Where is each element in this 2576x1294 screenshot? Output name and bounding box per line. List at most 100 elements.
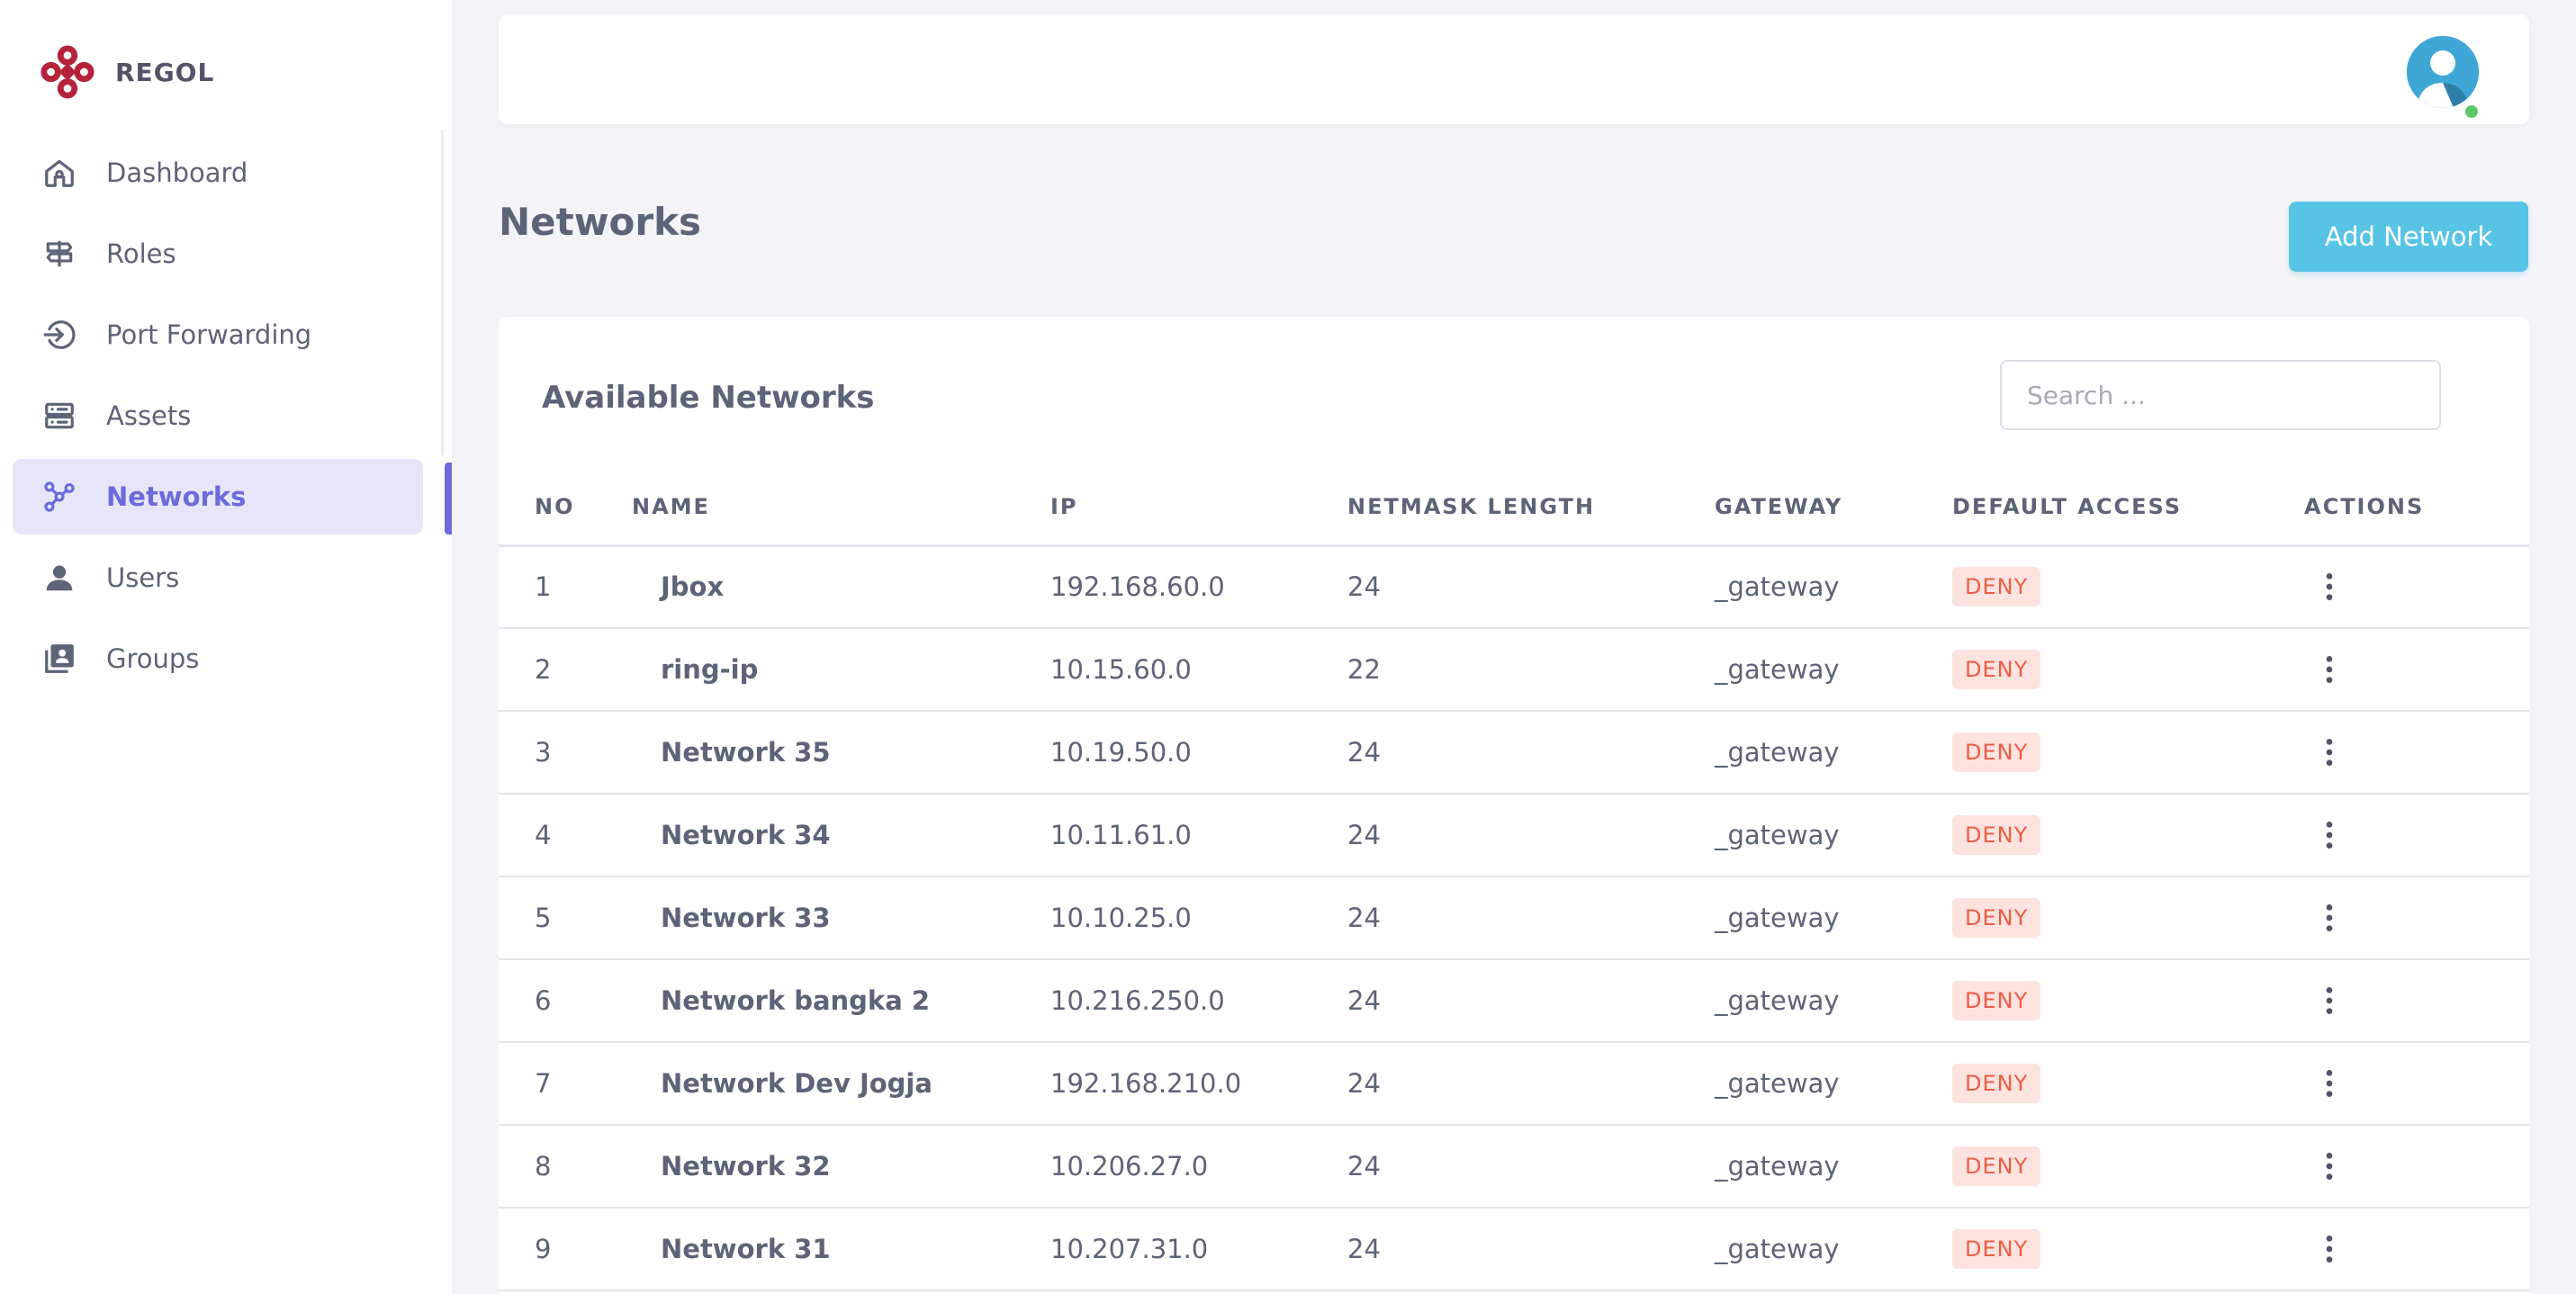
table-row[interactable]: 2 ring-ip 10.15.60.0 22 _gateway DENY	[499, 628, 2529, 712]
cell-no: 2	[499, 628, 632, 712]
cell-ip: 10.206.27.0	[1050, 1125, 1347, 1209]
cell-gateway: _gateway	[1715, 1042, 1952, 1126]
status-badge: DENY	[1952, 815, 2041, 855]
cell-netmask: 24	[1347, 1042, 1715, 1126]
login-arrow-icon	[41, 317, 77, 353]
cell-gateway: _gateway	[1715, 959, 1952, 1043]
user-avatar-icon[interactable]	[2407, 36, 2479, 108]
cell-name: Network 34	[661, 820, 831, 850]
status-badge: DENY	[1952, 1146, 2041, 1186]
status-badge: DENY	[1952, 1064, 2041, 1103]
add-network-button[interactable]: Add Network	[2289, 202, 2528, 272]
status-badge: DENY	[1952, 567, 2041, 607]
table-row[interactable]: 1 Jbox 192.168.60.0 24 _gateway DENY	[499, 545, 2529, 629]
column-header-name[interactable]: NAME	[632, 470, 1050, 547]
status-badge: DENY	[1952, 1229, 2041, 1269]
sidebar-item-label: Groups	[106, 643, 200, 674]
cell-name: Network 32	[661, 1151, 831, 1182]
brand[interactable]: REGOL	[40, 41, 214, 103]
network-nodes-icon	[41, 479, 77, 515]
sidebar-item-label: Dashboard	[106, 157, 248, 188]
signpost-icon	[41, 236, 77, 272]
more-vertical-icon[interactable]	[2311, 569, 2347, 605]
cell-netmask: 24	[1347, 1208, 1715, 1291]
more-vertical-icon[interactable]	[2311, 983, 2347, 1019]
cell-gateway: _gateway	[1715, 628, 1952, 712]
more-vertical-icon[interactable]	[2311, 817, 2347, 853]
table-row[interactable]: 5 Network 33 10.10.25.0 24 _gateway DENY	[499, 876, 2529, 960]
sidebar-item-users[interactable]: Users	[13, 540, 423, 616]
cell-ip: 10.207.31.0	[1050, 1208, 1347, 1291]
sidebar-item-label: Networks	[106, 481, 247, 512]
table-row[interactable]: 6 Network bangka 2 10.216.250.0 24 _gate…	[499, 959, 2529, 1043]
cell-ip: 10.15.60.0	[1050, 628, 1347, 712]
cell-no: 1	[499, 545, 632, 629]
sidebar-item-label: Users	[106, 562, 180, 593]
online-status-dot	[2463, 103, 2481, 121]
column-header-ip[interactable]: IP	[1050, 470, 1347, 547]
sidebar-item-label: Roles	[106, 238, 176, 269]
cell-no: 9	[499, 1208, 632, 1291]
cell-ip: 10.19.50.0	[1050, 711, 1347, 795]
active-nav-indicator	[445, 463, 452, 535]
brand-name: REGOL	[115, 57, 215, 87]
status-badge: DENY	[1952, 732, 2041, 772]
networks-table: NO NAME IP NETMASK LENGTH GATEWAY DEFAUL…	[499, 470, 2529, 1291]
sidebar-item-networks[interactable]: Networks	[13, 459, 423, 535]
column-header-netmask[interactable]: NETMASK LENGTH	[1347, 470, 1715, 547]
table-row[interactable]: 4 Network 34 10.11.61.0 24 _gateway DENY	[499, 794, 2529, 877]
top-bar	[499, 14, 2529, 124]
cell-no: 3	[499, 711, 632, 795]
column-header-actions: ACTIONS	[2304, 470, 2529, 547]
cell-name: Jbox	[661, 571, 725, 603]
column-header-no[interactable]: NO	[499, 470, 632, 547]
cell-netmask: 24	[1347, 959, 1715, 1043]
sidebar-item-groups[interactable]: Groups	[13, 621, 423, 696]
cell-name: Network 33	[661, 903, 831, 933]
cell-ip: 10.216.250.0	[1050, 959, 1347, 1043]
cell-name: Network 35	[661, 737, 831, 768]
table-header-row: NO NAME IP NETMASK LENGTH GATEWAY DEFAUL…	[499, 470, 2529, 547]
sidebar-item-port-forwarding[interactable]: Port Forwarding	[13, 297, 423, 373]
cell-ip: 10.10.25.0	[1050, 876, 1347, 960]
cell-gateway: _gateway	[1715, 876, 1952, 960]
regol-logo-icon	[41, 45, 95, 99]
sidebar-item-assets[interactable]: Assets	[13, 378, 423, 454]
more-vertical-icon[interactable]	[2311, 1231, 2347, 1267]
cell-no: 4	[499, 794, 632, 877]
sidebar-item-roles[interactable]: Roles	[13, 216, 423, 292]
cell-no: 5	[499, 876, 632, 960]
table-row[interactable]: 8 Network 32 10.206.27.0 24 _gateway DEN…	[499, 1125, 2529, 1209]
cell-name: Network Dev Jogja	[661, 1068, 932, 1099]
more-vertical-icon[interactable]	[2311, 651, 2347, 687]
sidebar-item-label: Port Forwarding	[106, 319, 312, 350]
cell-netmask: 24	[1347, 794, 1715, 877]
cell-name: Network bangka 2	[661, 985, 931, 1016]
more-vertical-icon[interactable]	[2311, 900, 2347, 936]
table-row[interactable]: 9 Network 31 10.207.31.0 24 _gateway DEN…	[499, 1208, 2529, 1291]
cell-gateway: _gateway	[1715, 711, 1952, 795]
sidebar-item-dashboard[interactable]: Dashboard	[13, 135, 423, 211]
user-icon	[41, 560, 77, 596]
cell-no: 7	[499, 1042, 632, 1126]
status-badge: DENY	[1952, 981, 2041, 1020]
column-header-gateway[interactable]: GATEWAY	[1715, 470, 1952, 547]
cell-ip: 10.11.61.0	[1050, 794, 1347, 877]
table-row[interactable]: 7 Network Dev Jogja 192.168.210.0 24 _ga…	[499, 1042, 2529, 1126]
table-row[interactable]: 3 Network 35 10.19.50.0 24 _gateway DENY	[499, 711, 2529, 795]
column-header-default-access[interactable]: DEFAULT ACCESS	[1952, 470, 2304, 547]
page-title: Networks	[499, 200, 702, 244]
networks-card: Available Networks NO NAME IP NETMASK LE…	[499, 317, 2529, 1294]
status-badge: DENY	[1952, 898, 2041, 938]
search-input[interactable]	[2000, 360, 2441, 430]
cell-netmask: 24	[1347, 876, 1715, 960]
more-vertical-icon[interactable]	[2311, 1148, 2347, 1184]
status-badge: DENY	[1952, 650, 2041, 689]
sidebar-item-label: Assets	[106, 400, 192, 431]
sidebar-scrollbar[interactable]	[441, 130, 444, 455]
more-vertical-icon[interactable]	[2311, 734, 2347, 770]
more-vertical-icon[interactable]	[2311, 1065, 2347, 1101]
server-icon	[41, 398, 77, 434]
cell-netmask: 24	[1347, 711, 1715, 795]
cell-gateway: _gateway	[1715, 794, 1952, 877]
